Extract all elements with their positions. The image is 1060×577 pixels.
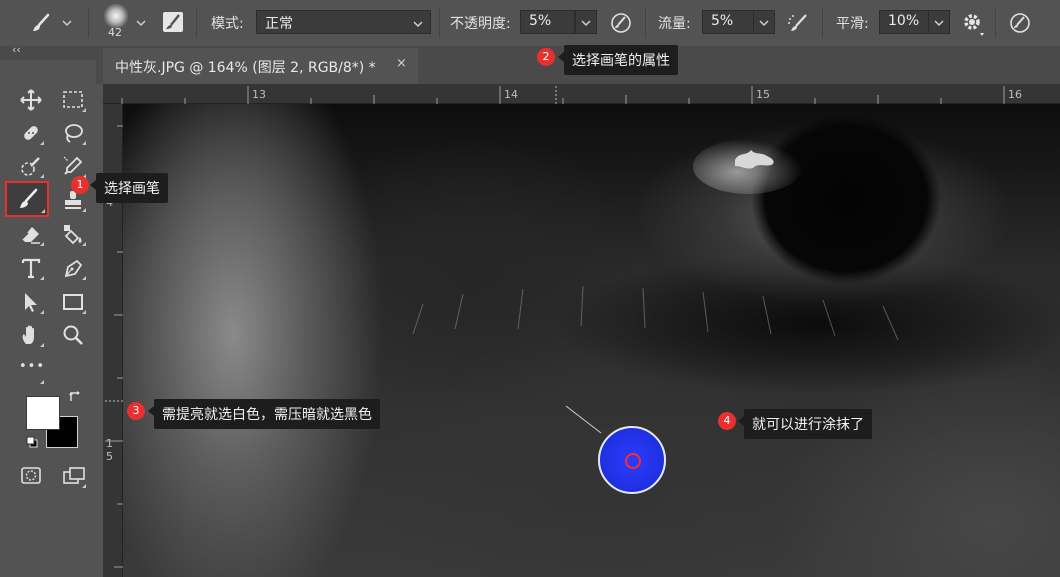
collapse-icon[interactable]: ‹‹ — [12, 43, 21, 56]
gear-icon[interactable] — [962, 11, 984, 41]
pressure-opacity-icon[interactable] — [609, 11, 633, 39]
callout-badge: 1 — [71, 176, 89, 194]
healing-brush-tool[interactable] — [14, 117, 46, 147]
catchlight — [735, 150, 774, 169]
quick-mask-icon[interactable] — [14, 460, 46, 490]
flow-input[interactable]: 5% — [702, 10, 754, 34]
smoothing-label: 平滑: — [836, 16, 869, 32]
toolbar-collapse-bar[interactable]: ‹‹ — [0, 43, 96, 60]
eraser-tool[interactable] — [14, 218, 46, 248]
brush-tool-preset-icon[interactable] — [30, 12, 52, 38]
ruler-label: 14 — [504, 88, 518, 101]
callout-brush-properties: 选择画笔的属性 — [564, 45, 678, 75]
tools-panel: ••• — [4, 60, 96, 577]
close-icon[interactable]: × — [396, 56, 407, 71]
callout-select-brush: 选择画笔 — [96, 173, 168, 203]
brush-stroke-guide — [565, 405, 602, 434]
ruler-label: 1 5 — [106, 437, 113, 463]
mode-label: 模式: — [211, 16, 244, 32]
callout-color-choice: 需提亮就选白色，需压暗就选黑色 — [154, 399, 380, 429]
marquee-tool[interactable] — [56, 84, 88, 114]
callout-badge: 2 — [537, 48, 555, 66]
ruler-label: 13 — [252, 88, 266, 101]
options-bar: 42 模式: 正常 不透明度: 5% 流量: 5% 平滑: 10% — [0, 0, 1060, 47]
lasso-tool[interactable] — [56, 117, 88, 147]
smoothing-slider-toggle[interactable] — [928, 10, 950, 34]
ruler-label: 15 — [756, 88, 770, 101]
type-tool[interactable] — [14, 252, 46, 282]
path-selection-tool[interactable] — [14, 286, 46, 316]
mode-select[interactable]: 正常 — [256, 10, 431, 34]
move-tool[interactable] — [14, 84, 46, 114]
eyedropper-tool[interactable] — [56, 150, 88, 180]
ruler-label: 16 — [1008, 88, 1022, 101]
opacity-input[interactable]: 5% — [520, 10, 575, 34]
hand-tool[interactable] — [14, 319, 46, 349]
document-tab-title[interactable]: 中性灰.JPG @ 164% (图层 2, RGB/8*) * — [115, 57, 376, 77]
image-canvas[interactable] — [123, 104, 1060, 577]
opacity-label: 不透明度: — [450, 16, 511, 32]
zoom-tool[interactable] — [56, 319, 88, 349]
eyelashes — [412, 285, 899, 341]
brush-settings-icon[interactable] — [162, 11, 184, 37]
rectangle-tool[interactable] — [56, 286, 88, 316]
callout-badge: 4 — [718, 412, 736, 430]
pen-tool[interactable] — [56, 252, 88, 282]
brush-tool[interactable] — [5, 181, 49, 217]
smoothing-input[interactable]: 10% — [879, 10, 929, 34]
flow-label: 流量: — [658, 16, 691, 32]
swap-colors-icon[interactable] — [68, 390, 82, 408]
chevron-down-icon[interactable] — [62, 16, 72, 31]
edit-toolbar-more-icon[interactable]: ••• — [14, 356, 46, 386]
foreground-color-swatch[interactable] — [26, 396, 60, 430]
callout-start-painting: 就可以进行涂抹了 — [744, 409, 872, 439]
flow-slider-toggle[interactable] — [753, 10, 775, 34]
chevron-down-icon[interactable] — [136, 16, 146, 31]
brush-size-value: 42 — [108, 26, 122, 39]
quick-selection-tool[interactable] — [14, 150, 46, 180]
callout-badge: 3 — [127, 402, 145, 420]
opacity-slider-toggle[interactable] — [575, 10, 597, 34]
airbrush-icon[interactable] — [786, 11, 812, 39]
pressure-size-icon[interactable] — [1008, 11, 1032, 39]
brush-cursor-center — [625, 453, 641, 469]
default-colors-icon[interactable] — [26, 436, 38, 452]
chevron-down-icon[interactable] — [413, 17, 423, 32]
screen-mode-icon[interactable] — [56, 460, 88, 490]
ruler-horizontal[interactable]: 13 14 15 16 — [103, 84, 1060, 104]
gradient-paint-bucket-tool[interactable] — [56, 218, 88, 248]
